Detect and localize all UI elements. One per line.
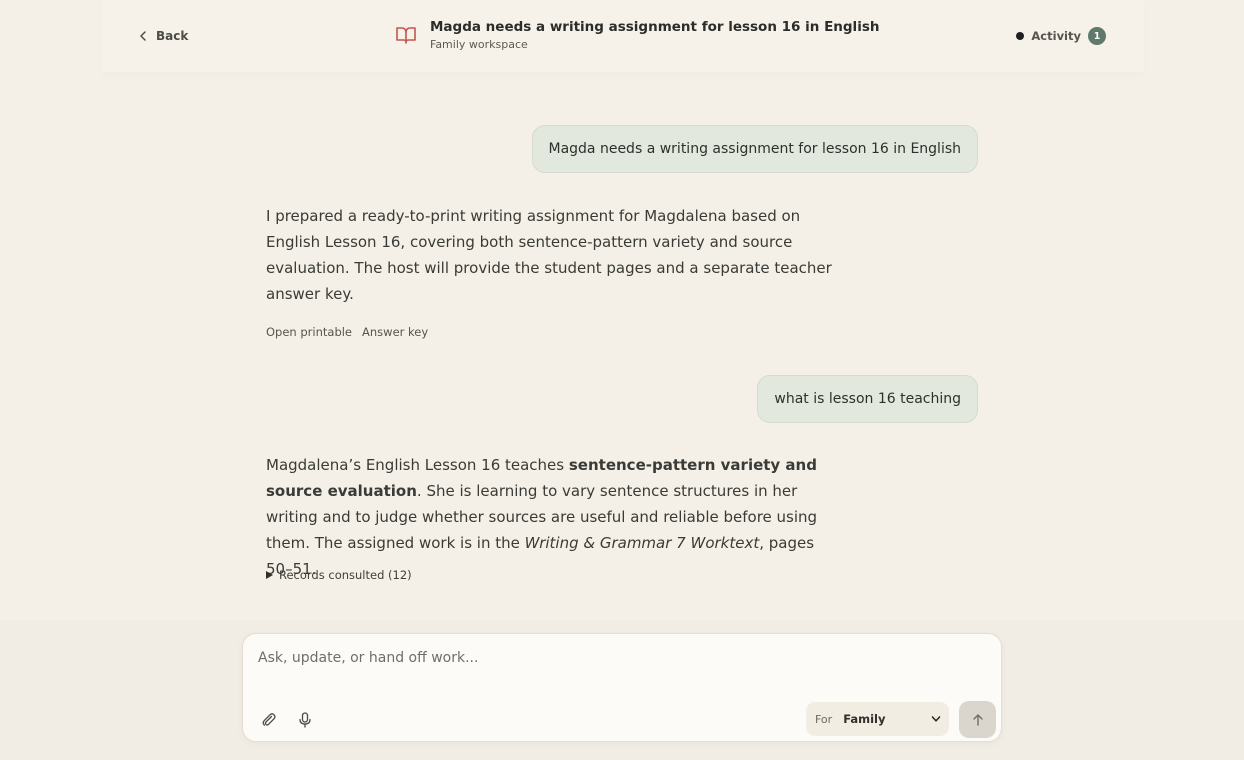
conversation-title-group: Magda needs a writing assignment for les… [394,19,879,53]
send-button[interactable] [959,701,996,738]
back-label: Back [156,29,189,43]
arrow-up-icon [972,713,983,726]
attach-button[interactable] [259,710,279,730]
user-message: Magda needs a writing assignment for les… [531,125,978,173]
audience-select-value: Family [843,712,886,726]
chevron-left-icon [140,31,146,41]
audience-select[interactable]: For Family [806,702,949,736]
conversation-title: Magda needs a writing assignment for les… [430,19,880,35]
open-book-icon [396,27,416,44]
records-consulted-label: Records consulted (12) [279,568,412,582]
activity-button[interactable]: Activity 1 [1016,26,1106,46]
back-button[interactable]: Back [138,27,188,45]
message-text: Magdalena’s English Lesson 16 teaches [266,456,569,474]
assistant-message: I prepared a ready-to-print writing assi… [266,207,832,303]
records-consulted-toggle[interactable]: Records consulted (12) [266,568,412,582]
message-input[interactable] [258,647,958,669]
activity-count-badge: 1 [1088,27,1106,45]
chat-page: Back Magda needs a writing assignment fo… [0,0,1244,760]
message-actions: Open printable Answer key [266,325,428,339]
workspace-subtitle: Family workspace [430,38,528,51]
microphone-button[interactable] [295,710,315,730]
activity-status-dot [1016,32,1025,40]
microphone-icon [299,712,311,728]
top-header: Back Magda needs a writing assignment fo… [102,0,1144,72]
open-printable-link[interactable]: Open printable [266,325,352,339]
message-composer: For Family [242,633,1002,742]
activity-label: Activity [1031,29,1081,43]
book-title: Writing & Grammar 7 Worktext [524,534,760,552]
audience-select-label: For [815,712,833,726]
triangle-right-icon [266,571,273,579]
assistant-message: Magdalena’s English Lesson 16 teaches se… [266,452,836,582]
user-message: what is lesson 16 teaching [757,375,978,423]
answer-key-link[interactable]: Answer key [362,325,428,339]
chevron-down-icon [931,716,941,722]
paperclip-icon [262,713,276,726]
